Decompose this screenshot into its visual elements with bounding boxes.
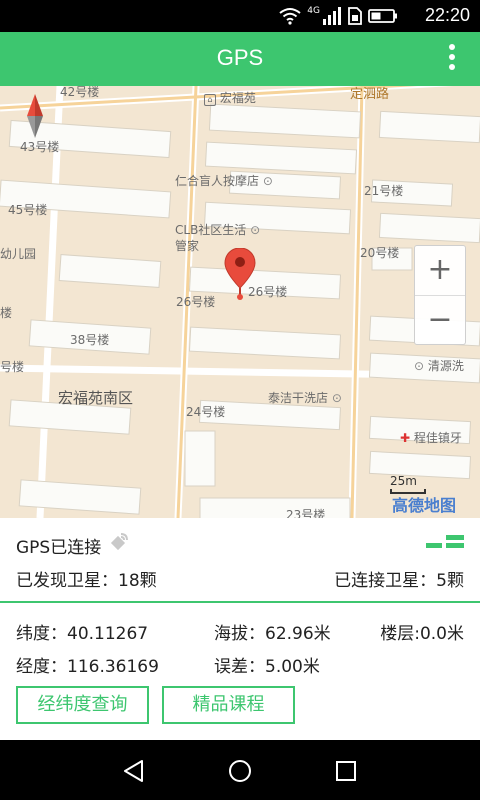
map-poi-massage: 仁合盲人按摩店 ⊙ bbox=[175, 174, 273, 188]
location-marker-icon[interactable] bbox=[224, 248, 256, 300]
satellites-found: 已发现卫星：18颗 bbox=[16, 571, 157, 591]
signal-icon bbox=[323, 7, 341, 25]
overflow-menu-icon[interactable] bbox=[446, 44, 458, 76]
page-title: GPS bbox=[216, 45, 264, 70]
sim-icon bbox=[348, 7, 362, 25]
zoom-controls: + − bbox=[414, 245, 466, 345]
system-nav-bar bbox=[0, 740, 480, 800]
battery-icon bbox=[368, 9, 397, 23]
map-label: CLB社区生活 bbox=[175, 223, 247, 237]
map-label: 23号楼 bbox=[286, 508, 326, 518]
back-icon[interactable] bbox=[119, 756, 149, 786]
map-label: 管家 bbox=[175, 239, 200, 253]
zoom-out-button[interactable]: − bbox=[415, 296, 465, 346]
error-value: 误差：5.00米 bbox=[214, 657, 320, 677]
map-label: 20号楼 bbox=[360, 246, 400, 260]
gps-info-panel: GPS已连接 已发现卫星：18颗 已连接卫星：5颗 纬度：40.11267 海拔… bbox=[0, 518, 480, 740]
map-poi-qingyuan: ⊙ 清源洗 bbox=[414, 359, 464, 373]
map-poi-taijie: 泰洁干洗店 ⊙ bbox=[268, 391, 342, 405]
compass-icon[interactable] bbox=[25, 94, 45, 138]
zoom-in-button[interactable]: + bbox=[415, 246, 465, 296]
map-label: 幼儿园 bbox=[0, 247, 37, 261]
map-label: 宏福苑 bbox=[219, 91, 256, 105]
scale-bar: 25m bbox=[390, 474, 426, 494]
recents-icon[interactable] bbox=[331, 756, 361, 786]
map-area-label: 宏福苑南区 bbox=[58, 389, 134, 407]
clock: 22:20 bbox=[424, 5, 470, 25]
wifi-icon bbox=[279, 8, 301, 25]
map-poi-hongfuyuan: ⌂ 宏福苑 bbox=[204, 89, 256, 106]
altitude-value: 海拔：62.96米 bbox=[214, 624, 331, 644]
map-poi-dental: ✚ 程佳镇牙 bbox=[400, 431, 462, 445]
map-label: 清源洗 bbox=[427, 359, 464, 373]
map-label: 43号楼 bbox=[20, 140, 60, 154]
map-label: 号楼 bbox=[0, 360, 25, 374]
app-bar: GPS bbox=[0, 32, 480, 86]
map-label: 泰洁干洗店 bbox=[268, 391, 329, 405]
scale-label: 25m bbox=[390, 474, 417, 488]
latitude-value: 纬度：40.11267 bbox=[16, 624, 149, 644]
satellite-icon bbox=[107, 532, 129, 558]
longitude-value: 经度：116.36169 bbox=[16, 657, 159, 677]
map-label: 38号楼 bbox=[70, 333, 110, 347]
floor-value: 楼层:0.0米 bbox=[380, 624, 464, 644]
map-canvas bbox=[0, 86, 480, 518]
map-label: 程佳镇牙 bbox=[413, 431, 462, 445]
map-label: 仁合盲人按摩店 bbox=[175, 174, 260, 188]
premium-course-button[interactable]: 精品课程 bbox=[162, 686, 295, 724]
satellites-connected: 已连接卫星：5颗 bbox=[334, 571, 464, 591]
coordinate-query-button[interactable]: 经纬度查询 bbox=[16, 686, 149, 724]
list-view-icon[interactable] bbox=[426, 534, 464, 550]
map-poi-clb: CLB社区生活 ⊙ bbox=[175, 223, 261, 237]
gps-status-label: GPS已连接 bbox=[16, 537, 102, 558]
network-type-label: 4G bbox=[307, 6, 320, 16]
divider bbox=[0, 601, 480, 603]
home-icon[interactable] bbox=[225, 756, 255, 786]
map-label: 45号楼 bbox=[8, 203, 48, 217]
map-road-label: 定泗路 bbox=[350, 87, 390, 102]
status-icons: 4G bbox=[279, 6, 398, 26]
status-bar: 4G 22:20 bbox=[0, 0, 480, 32]
map-label: 楼 bbox=[0, 306, 13, 320]
map-view[interactable]: 42号楼 ⌂ 宏福苑 定泗路 43号楼 仁合盲人按摩店 ⊙ 21号楼 45号楼 … bbox=[0, 86, 480, 518]
map-label: 24号楼 bbox=[186, 405, 226, 419]
map-label: 42号楼 bbox=[60, 86, 100, 99]
map-brand-logo: 高德地图 bbox=[392, 496, 457, 515]
map-label: 21号楼 bbox=[364, 184, 404, 198]
map-label: 26号楼 bbox=[176, 295, 216, 309]
gps-status: GPS已连接 bbox=[16, 532, 129, 558]
